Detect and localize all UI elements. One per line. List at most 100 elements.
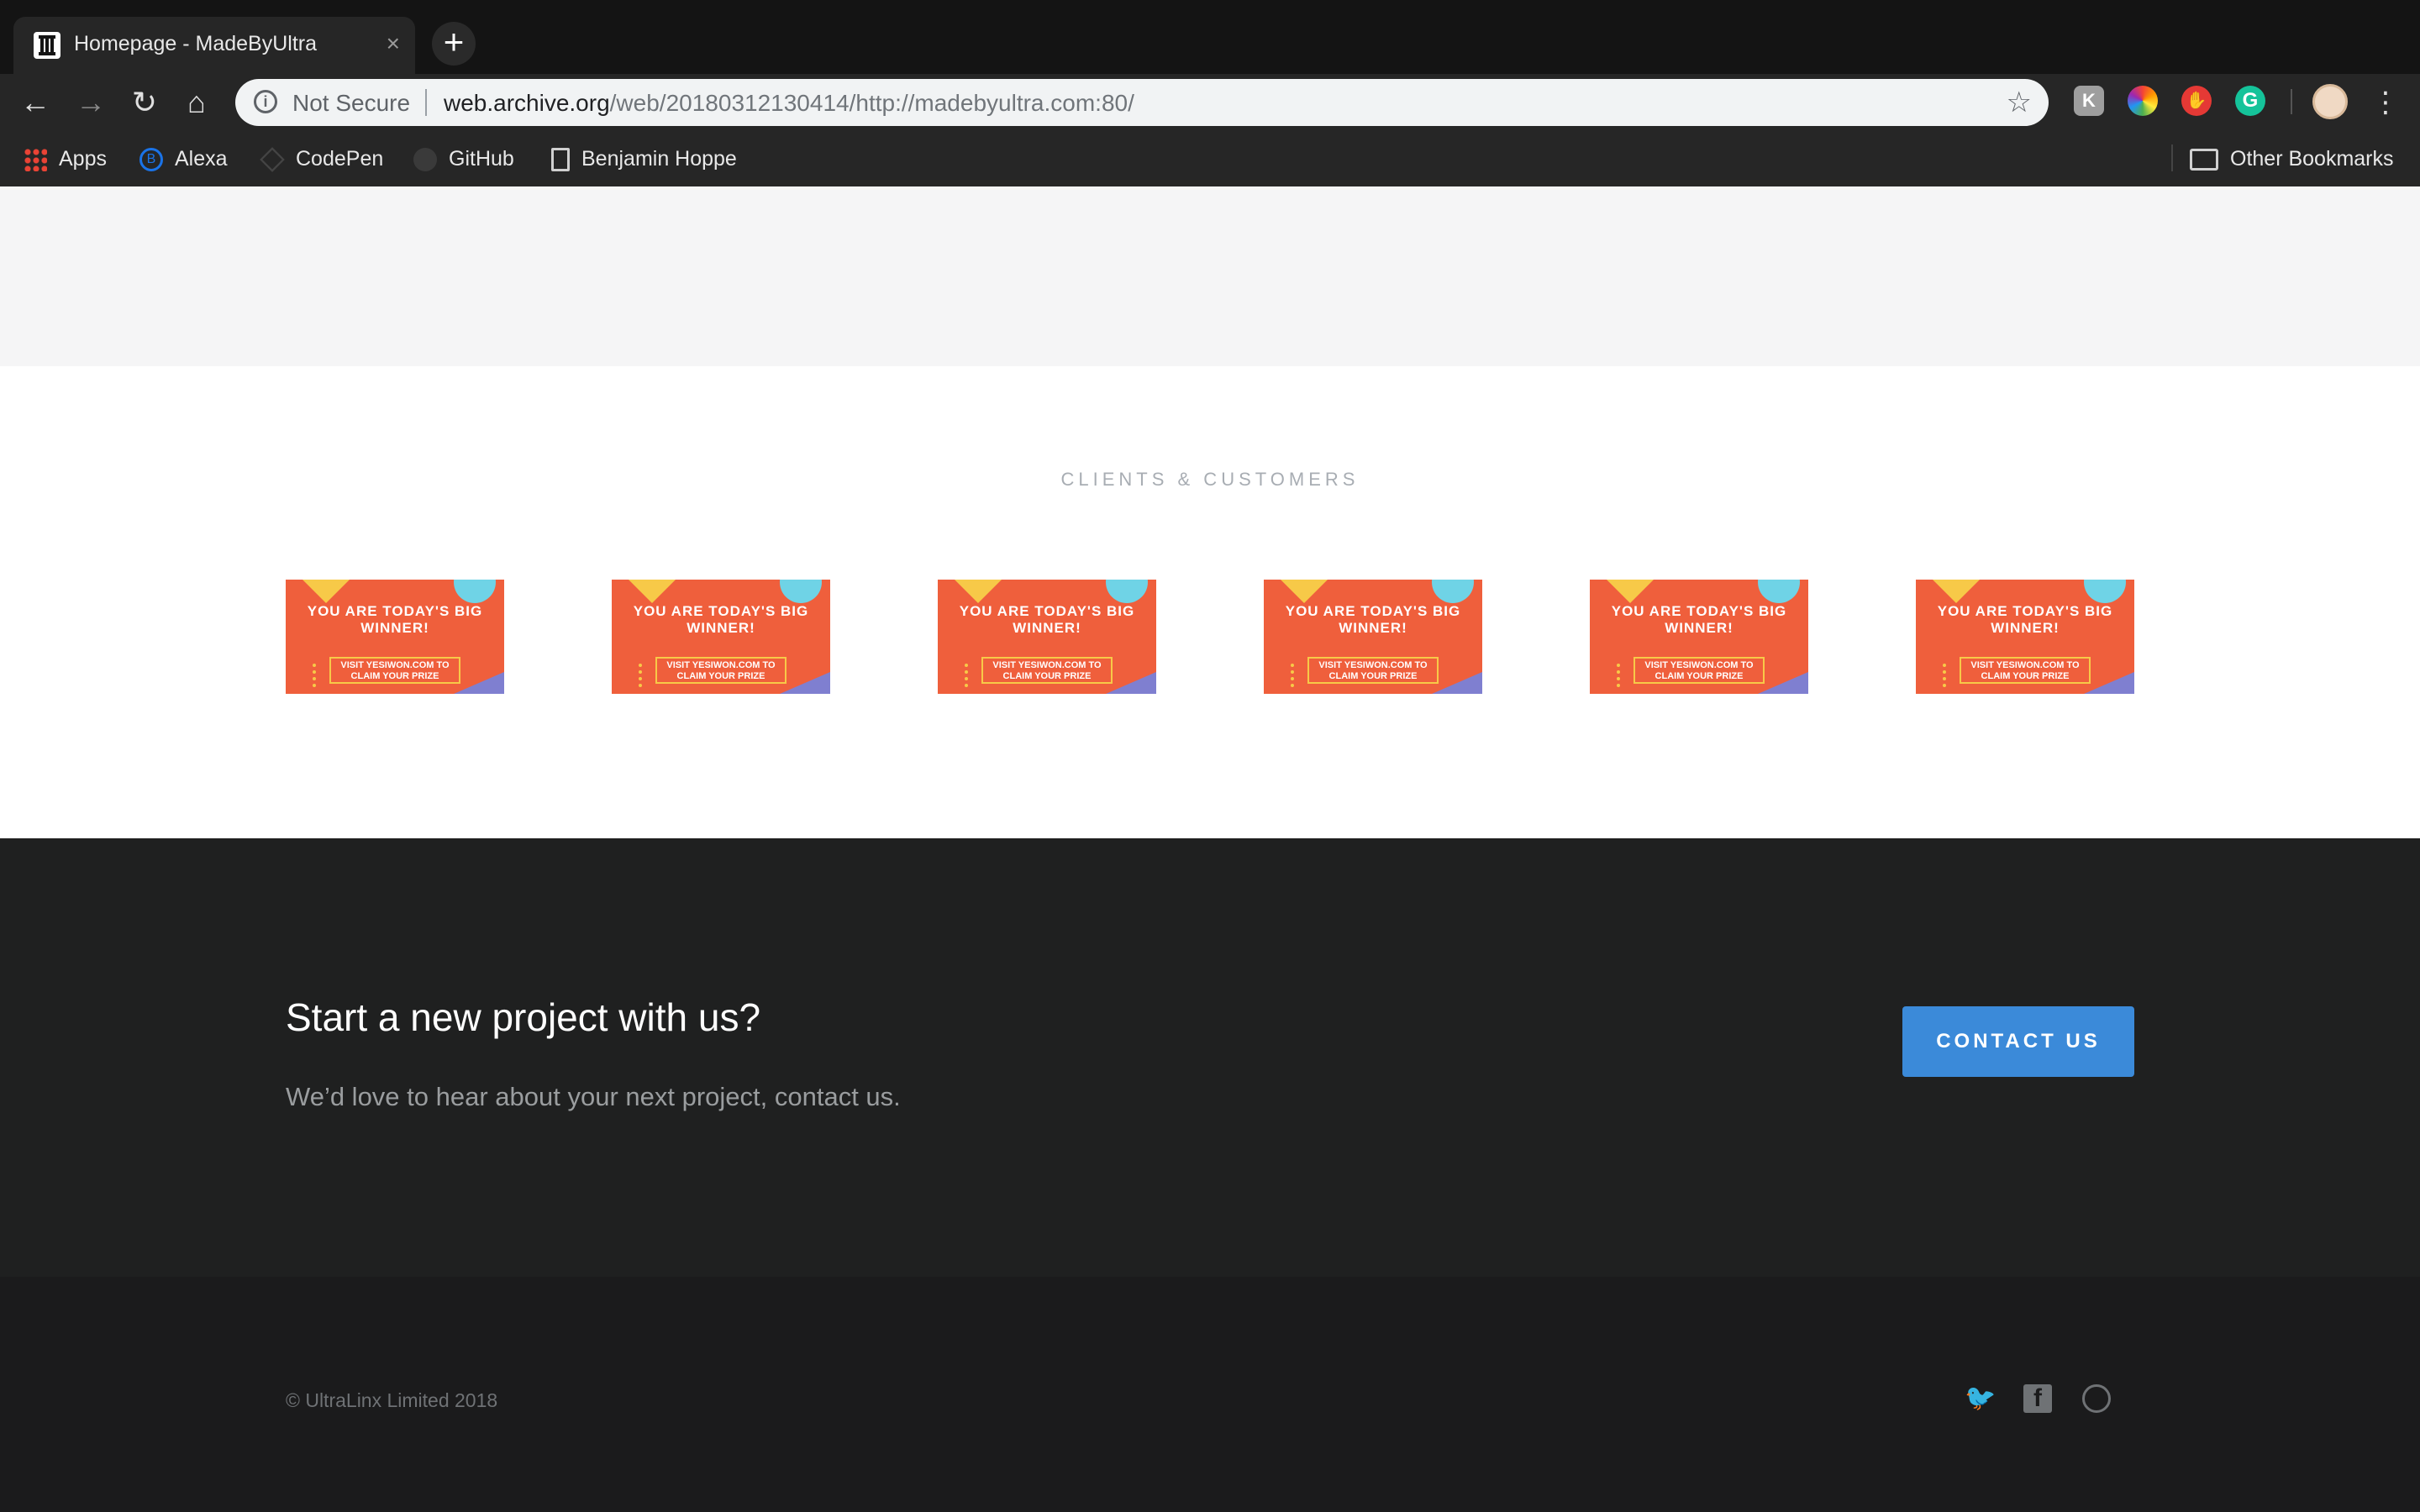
cta-heading: Start a new project with us? <box>286 995 761 1039</box>
bookmark-benjamin-hoppe[interactable]: Benjamin Hoppe <box>551 144 737 173</box>
tab-active[interactable]: Homepage - MadeByUltra × <box>13 17 415 74</box>
toolbar-separator <box>2291 89 2292 114</box>
bookmark-github[interactable]: GitHub <box>413 144 514 173</box>
logo-box-text: VISIT YESIWON.COM TO CLAIM YOUR PRIZE <box>655 657 786 684</box>
bookmark-label: CodePen <box>296 147 384 171</box>
codepen-icon <box>260 147 285 173</box>
bookmark-label: Benjamin Hoppe <box>581 147 737 171</box>
logo-shape <box>301 580 351 603</box>
browser-menu-icon[interactable]: ⋮ <box>2371 82 2400 123</box>
bookmarks-bar: Apps B Alexa CodePen GitHub Benjamin Hopp… <box>0 131 2420 186</box>
cta-subtext: We’d love to hear about your next projec… <box>286 1082 901 1111</box>
clients-section: CLIENTS & CUSTOMERS YOU ARE TODAY'S BIG … <box>0 366 2420 838</box>
logo-shape <box>454 672 504 694</box>
client-logo[interactable]: YOU ARE TODAY'S BIG WINNER! VISIT YESIWON… <box>1916 580 2134 694</box>
site-footer: © UltraLinx Limited 2018 🐦 f <box>0 1277 2420 1512</box>
forward-icon[interactable]: → <box>71 82 111 123</box>
client-logo[interactable]: YOU ARE TODAY'S BIG WINNER! VISIT YESIWON… <box>938 580 1156 694</box>
other-bookmarks[interactable]: Other Bookmarks <box>2190 144 2394 173</box>
client-logo[interactable]: YOU ARE TODAY'S BIG WINNER! VISIT YESIWON… <box>286 580 504 694</box>
document-icon <box>551 148 570 172</box>
logo-box-text: VISIT YESIWON.COM TO CLAIM YOUR PRIZE <box>1960 657 2091 684</box>
logo-shape <box>1758 672 1808 694</box>
new-tab-button[interactable]: + <box>432 22 476 66</box>
logo-shape <box>780 580 822 603</box>
tab-title: Homepage - MadeByUltra <box>74 32 318 55</box>
logo-shape <box>965 664 970 687</box>
reload-icon[interactable]: ↻ <box>124 82 165 123</box>
url-text[interactable]: web.archive.org/web/20180312130414/http:… <box>444 90 1134 117</box>
logo-box-text: VISIT YESIWON.COM TO CLAIM YOUR PRIZE <box>1634 657 1765 684</box>
browser-toolbar: ← → ↻ ⌂ i Not Secure web.archive.org/web… <box>0 74 2420 131</box>
logo-shape <box>780 672 830 694</box>
logo-shape <box>1279 580 1329 603</box>
address-bar[interactable]: i Not Secure web.archive.org/web/2018031… <box>235 79 2049 126</box>
tab-strip: Homepage - MadeByUltra × + <box>0 0 2420 74</box>
info-icon[interactable]: i <box>254 90 277 113</box>
other-bookmarks-label: Other Bookmarks <box>2230 147 2394 171</box>
security-label[interactable]: Not Secure <box>292 90 410 117</box>
browser-chrome: Homepage - MadeByUltra × + ← → ↻ ⌂ i Not… <box>0 0 2420 186</box>
logo-shape <box>2084 672 2134 694</box>
dribbble-icon[interactable] <box>2082 1384 2111 1413</box>
logo-shape <box>627 580 677 603</box>
bookmark-label: Alexa <box>175 147 228 171</box>
logo-headline: YOU ARE TODAY'S BIG WINNER! <box>959 603 1135 636</box>
extension-color-wheel-icon[interactable] <box>2128 86 2158 116</box>
web-page: CLIENTS & CUSTOMERS YOU ARE TODAY'S BIG … <box>0 186 2420 1512</box>
bookmark-star-icon[interactable]: ☆ <box>2007 86 2032 119</box>
facebook-icon[interactable]: f <box>2023 1384 2052 1413</box>
clients-title: CLIENTS & CUSTOMERS <box>1060 469 1360 490</box>
extension-grammarly-icon[interactable]: G <box>2235 86 2265 116</box>
logo-shape <box>1617 664 1622 687</box>
contact-us-button[interactable]: CONTACT US <box>1902 1006 2134 1077</box>
url-host: web.archive.org <box>444 90 610 116</box>
logo-headline: YOU ARE TODAY'S BIG WINNER! <box>633 603 809 636</box>
logo-shape <box>1432 672 1482 694</box>
logo-shape <box>1758 580 1800 603</box>
address-separator <box>425 89 427 116</box>
logo-shape <box>1943 664 1948 687</box>
client-logo[interactable]: YOU ARE TODAY'S BIG WINNER! VISIT YESIWON… <box>612 580 830 694</box>
alexa-icon: B <box>139 148 163 172</box>
logo-box-text: VISIT YESIWON.COM TO CLAIM YOUR PRIZE <box>329 657 460 684</box>
extension-k-icon[interactable]: K <box>2074 86 2104 116</box>
logo-shape <box>1291 664 1296 687</box>
logo-shape <box>1931 580 1981 603</box>
logo-shape <box>1106 580 1148 603</box>
bookmarks-separator <box>2171 144 2173 171</box>
logo-shape <box>1605 580 1655 603</box>
logo-headline: YOU ARE TODAY'S BIG WINNER! <box>1937 603 2113 636</box>
logo-shape <box>953 580 1003 603</box>
bookmark-alexa[interactable]: B Alexa <box>139 144 228 173</box>
github-icon <box>413 148 437 172</box>
client-logo[interactable]: YOU ARE TODAY'S BIG WINNER! VISIT YESIWON… <box>1590 580 1808 694</box>
bookmark-codepen[interactable]: CodePen <box>260 144 383 173</box>
logo-headline: YOU ARE TODAY'S BIG WINNER! <box>307 603 483 636</box>
logo-headline: YOU ARE TODAY'S BIG WINNER! <box>1611 603 1787 636</box>
logo-box-text: VISIT YESIWON.COM TO CLAIM YOUR PRIZE <box>1307 657 1439 684</box>
url-path: /web/20180312130414/http://madebyultra.c… <box>609 90 1134 116</box>
logo-shape <box>1106 672 1156 694</box>
profile-avatar[interactable] <box>2312 84 2348 119</box>
logo-box-text: VISIT YESIWON.COM TO CLAIM YOUR PRIZE <box>981 657 1113 684</box>
bookmark-apps[interactable]: Apps <box>24 144 107 173</box>
client-logo[interactable]: YOU ARE TODAY'S BIG WINNER! VISIT YESIWON… <box>1264 580 1482 694</box>
twitter-icon[interactable]: 🐦 <box>1965 1384 1996 1413</box>
back-icon[interactable]: ← <box>15 82 55 123</box>
bookmark-label: Apps <box>59 147 107 171</box>
close-tab-icon[interactable]: × <box>387 30 400 57</box>
archive-favicon-icon <box>34 32 60 59</box>
logo-shape <box>2084 580 2126 603</box>
bookmark-label: GitHub <box>449 147 514 171</box>
copyright-text: © UltraLinx Limited 2018 <box>286 1389 498 1411</box>
folder-icon <box>2190 149 2218 171</box>
logo-shape <box>313 664 318 687</box>
extension-stop-icon[interactable]: ✋ <box>2181 86 2212 116</box>
home-icon[interactable]: ⌂ <box>176 82 217 123</box>
logo-headline: YOU ARE TODAY'S BIG WINNER! <box>1285 603 1461 636</box>
logo-shape <box>639 664 644 687</box>
apps-grid-icon <box>24 148 47 172</box>
cta-section: Start a new project with us? We’d love t… <box>0 838 2420 1277</box>
top-band <box>0 186 2420 366</box>
